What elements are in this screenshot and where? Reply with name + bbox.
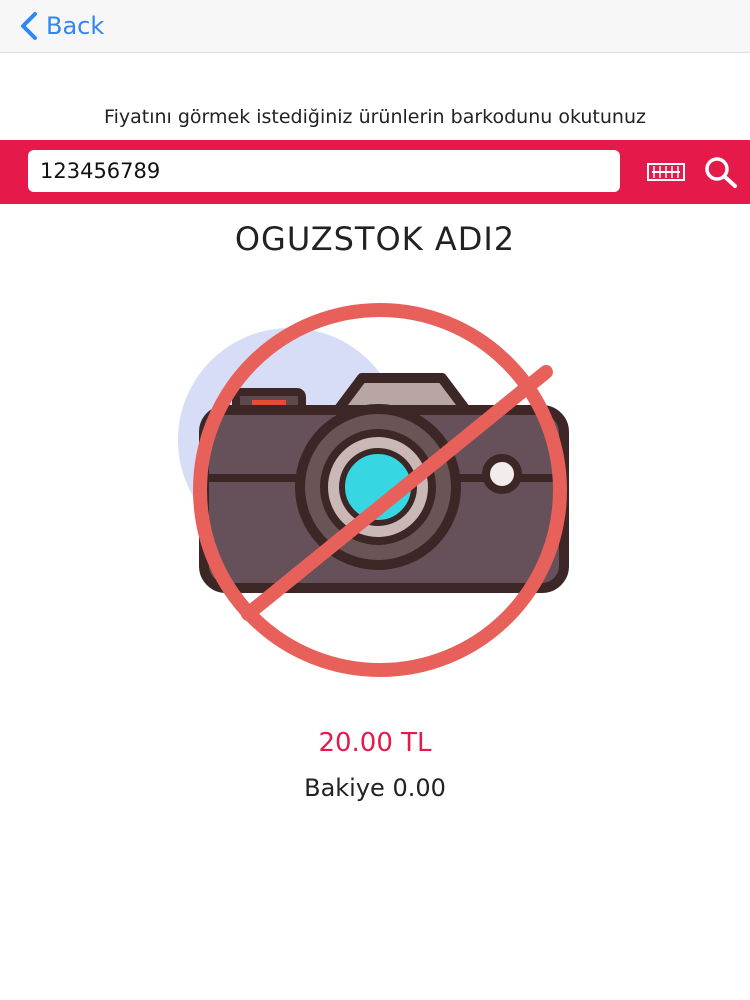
back-button[interactable]: Back	[18, 8, 104, 44]
instruction-text: Fiyatını görmek istediğiniz ürünlerin ba…	[104, 106, 646, 128]
chevron-left-icon	[21, 12, 37, 40]
barcode-search-bar	[0, 140, 750, 204]
barcode-input[interactable]	[28, 150, 620, 192]
product-price: 20.00 TL	[318, 728, 432, 758]
search-icon[interactable]	[702, 154, 740, 190]
navigation-bar: Back	[0, 0, 750, 53]
product-name: OGUZSTOK ADI2	[234, 220, 516, 258]
product-balance: Bakiye 0.00	[304, 774, 446, 802]
price-check-screen: Back Fiyatını görmek istediğiniz ürünler…	[0, 0, 750, 1000]
barcode-icon[interactable]	[646, 160, 686, 184]
back-label: Back	[46, 12, 105, 40]
no-camera-icon	[178, 303, 569, 677]
